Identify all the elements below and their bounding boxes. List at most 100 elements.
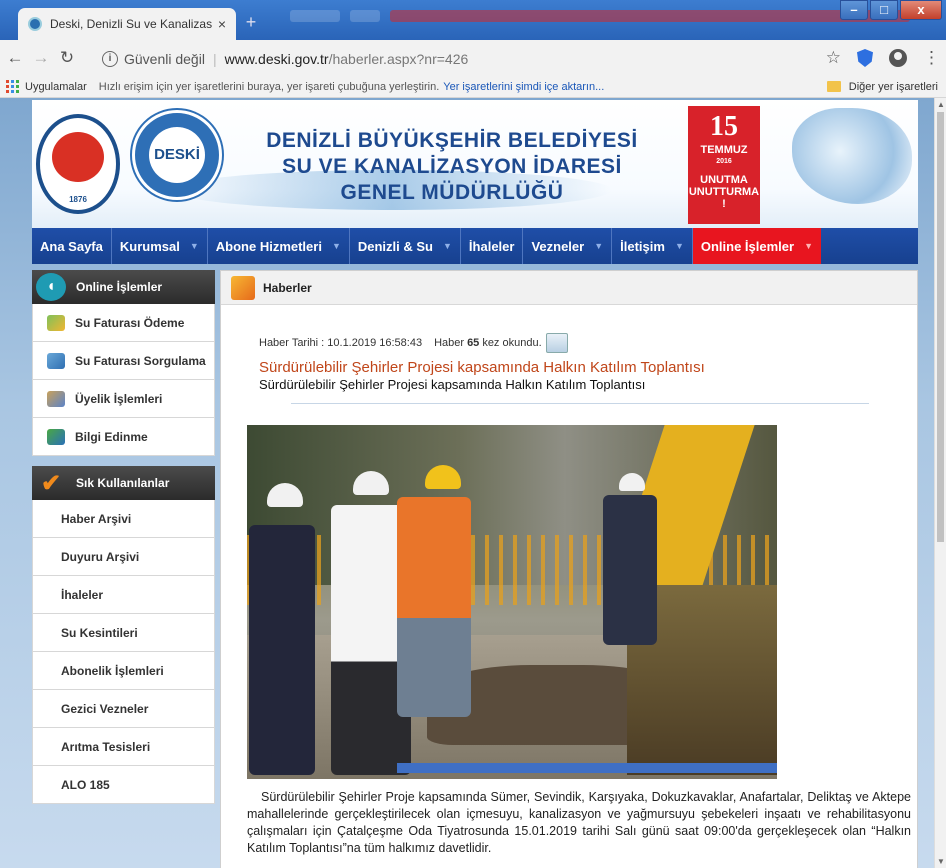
nav-label: Vezneler xyxy=(531,238,585,254)
nav-label: Kurumsal xyxy=(119,238,180,254)
apps-link[interactable]: Uygulamalar xyxy=(25,81,87,93)
nav-label: Denizli & Su xyxy=(357,238,433,254)
july-15-badge[interactable]: 15 TEMMUZ 2016 UNUTMA UNUTTURMA ! xyxy=(688,106,760,224)
logo-year: 1876 xyxy=(69,195,87,204)
sidebar-item-announcement-archive[interactable]: Duyuru Arşivi xyxy=(32,538,215,576)
sidebar-item-alo-185[interactable]: ALO 185 xyxy=(32,766,215,804)
sidebar-item-water-outages[interactable]: Su Kesintileri xyxy=(32,614,215,652)
deski-logo-text: DESKİ xyxy=(149,127,205,183)
apps-grid-icon[interactable] xyxy=(6,80,19,93)
sidebar-item-membership[interactable]: Üyelik İşlemleri xyxy=(32,380,215,418)
back-arrow-icon[interactable]: ← xyxy=(4,48,26,68)
minimize-button[interactable]: – xyxy=(840,0,868,20)
news-title: Sürdürülebilir Şehirler Projesi kapsamın… xyxy=(259,359,705,376)
banner-title-line1: DENİZLİ BÜYÜKŞEHİR BELEDİYESİ xyxy=(266,129,638,152)
forward-arrow-icon[interactable]: → xyxy=(30,48,52,68)
nav-subscriber-services[interactable]: Abone Hizmetleri ▼ xyxy=(208,228,350,264)
browser-toolbar: ← → ↻ i Güvenli değil | www.deski.gov.tr… xyxy=(0,40,946,76)
banner-title-line2: SU VE KANALİZASYON İDARESİ xyxy=(282,155,622,178)
online-services-header: ◖ Online İşlemler xyxy=(32,270,215,304)
browser-menu-icon[interactable]: ⋮ xyxy=(923,48,940,68)
window-controls: – □ x xyxy=(838,0,942,20)
nav-denizli-water[interactable]: Denizli & Su ▼ xyxy=(350,228,461,264)
nav-tenders[interactable]: İhaleler xyxy=(461,228,524,264)
online-services-title: Online İşlemler xyxy=(76,280,163,294)
read-count-suffix: kez okundu. xyxy=(482,337,542,349)
bookmark-star-icon[interactable]: ☆ xyxy=(826,48,841,68)
tab-close-icon[interactable]: × xyxy=(218,16,226,32)
query-icon xyxy=(47,352,65,369)
sidebar-item-information[interactable]: Bilgi Edinme xyxy=(32,418,215,456)
sidebar-item-news-archive[interactable]: Haber Arşivi xyxy=(32,500,215,538)
mouse-icon: ◖ xyxy=(36,273,66,301)
municipality-logo[interactable]: 1876 xyxy=(36,114,120,214)
url-path: /haberler.aspx?nr=426 xyxy=(328,51,469,67)
sidebar-item-bill-query[interactable]: Su Faturası Sorgulama xyxy=(32,342,215,380)
july-badge-number: 15 xyxy=(710,111,738,142)
page-viewport: 1876 DESKİ DENİZLİ BÜYÜKŞEHİR BELEDİYESİ… xyxy=(0,98,934,868)
blurred-title xyxy=(390,10,910,22)
other-bookmarks[interactable]: Diğer yer işaretleri xyxy=(826,81,938,93)
new-tab-button[interactable]: + xyxy=(240,12,262,32)
scrollbar-thumb[interactable] xyxy=(937,112,944,542)
scroll-up-arrow-icon[interactable]: ▲ xyxy=(937,100,945,109)
window-close-button[interactable]: x xyxy=(900,0,942,20)
import-bookmarks-link[interactable]: Yer işaretlerini şimdi içe aktarın... xyxy=(443,81,604,93)
sidebar-item-bill-payment[interactable]: Su Faturası Ödeme xyxy=(32,304,215,342)
sidebar-item-label: Üyelik İşlemleri xyxy=(75,391,163,406)
info-icon[interactable]: i xyxy=(102,51,118,67)
chevron-down-icon: ▼ xyxy=(443,241,452,251)
security-label: Güvenli değil xyxy=(124,51,205,67)
bookmarks-bar: Uygulamalar Hızlı erişim için yer işaret… xyxy=(0,76,946,98)
scroll-down-arrow-icon[interactable]: ▼ xyxy=(937,857,945,866)
tab-title: Deski, Denizli Su ve Kanalizasyon xyxy=(50,17,212,31)
nav-online-services[interactable]: Online İşlemler ▼ xyxy=(692,228,821,264)
frequent-links-header: ✔ Sık Kullanılanlar xyxy=(32,466,215,500)
site-banner: 1876 DESKİ DENİZLİ BÜYÜKŞEHİR BELEDİYESİ… xyxy=(32,100,918,228)
extension-shield-icon[interactable] xyxy=(857,49,873,67)
folder-icon xyxy=(826,81,841,92)
read-count-prefix: Haber xyxy=(434,337,465,349)
person-figure xyxy=(397,497,471,717)
nav-label: Online İşlemler xyxy=(700,238,795,254)
page-scrollbar[interactable]: ▲ ▼ xyxy=(934,98,946,868)
news-meta: Haber Tarihi : 10.1.2019 16:58:43 Haber … xyxy=(259,333,568,353)
sidebar-item-treatment-plants[interactable]: Arıtma Tesisleri xyxy=(32,728,215,766)
water-rooster-graphic xyxy=(792,108,912,204)
nav-contact[interactable]: İletişim ▼ xyxy=(612,228,693,264)
deski-logo[interactable]: DESKİ xyxy=(132,110,222,200)
news-subtitle: Sürdürülebilir Şehirler Projesi kapsamın… xyxy=(259,377,646,392)
july-badge-line1: UNUTMA xyxy=(700,174,748,186)
address-divider: | xyxy=(212,51,217,67)
nav-cashiers[interactable]: Vezneler ▼ xyxy=(523,228,613,264)
news-date: Haber Tarihi : 10.1.2019 16:58:43 xyxy=(259,337,423,349)
browser-titlebar: Deski, Denizli Su ve Kanalizasyon × + – … xyxy=(0,0,946,40)
july-badge-line2: UNUTTURMA ! xyxy=(688,186,760,210)
chevron-down-icon: ▼ xyxy=(189,241,199,251)
nav-corporate[interactable]: Kurumsal ▼ xyxy=(112,228,208,264)
address-bar[interactable]: i Güvenli değil | www.deski.gov.tr /habe… xyxy=(102,46,842,72)
rooster-emblem-icon xyxy=(52,132,104,182)
july-badge-month: TEMMUZ xyxy=(700,144,748,156)
browser-tab[interactable]: Deski, Denizli Su ve Kanalizasyon × xyxy=(18,8,236,40)
blurred-tab xyxy=(350,10,380,22)
sidebar-item-subscription[interactable]: Abonelik İşlemleri xyxy=(32,652,215,690)
chevron-down-icon: ▼ xyxy=(594,241,604,251)
checkmark-icon: ✔ xyxy=(40,469,62,497)
section-title: Haberler xyxy=(263,280,312,295)
reload-icon[interactable]: ↻ xyxy=(56,48,78,68)
nav-label: Abone Hizmetleri xyxy=(215,238,322,254)
frequent-links-title: Sık Kullanılanlar xyxy=(76,476,170,490)
account-icon[interactable] xyxy=(889,49,907,67)
nav-home[interactable]: Ana Sayfa xyxy=(32,228,112,264)
read-count: 65 xyxy=(467,337,480,349)
sidebar-item-tenders[interactable]: İhaleler xyxy=(32,576,215,614)
july-badge-year: 2016 xyxy=(716,158,732,165)
maximize-button[interactable]: □ xyxy=(870,0,898,20)
news-photo xyxy=(247,425,777,779)
news-body: Sürdürülebilir Şehirler Proje kapsamında… xyxy=(247,790,911,855)
magnifier-icon[interactable] xyxy=(545,333,568,353)
sidebar-item-mobile-cashiers[interactable]: Gezici Vezneler xyxy=(32,690,215,728)
users-icon xyxy=(47,390,65,407)
blurred-tab xyxy=(290,10,340,22)
